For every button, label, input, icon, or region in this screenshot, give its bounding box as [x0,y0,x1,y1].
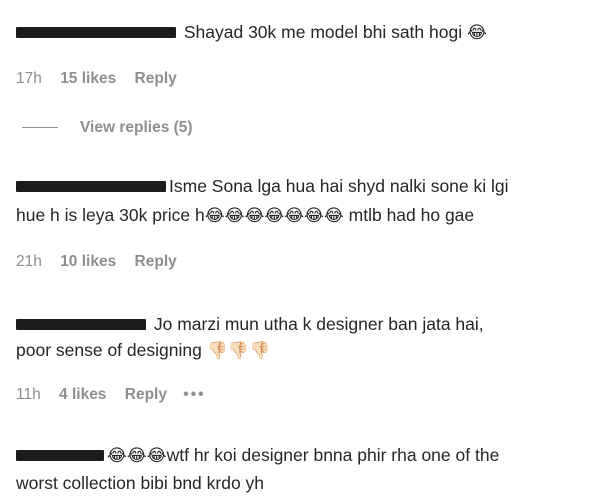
comment-4-line-1: 😂😂😂wtf hr koi designer bnna phir rha one… [16,440,499,471]
reply-button[interactable]: Reply [135,70,177,88]
comment-2-line-1: Isme Sona lga hua hai shyd nalki sone ki… [16,171,509,201]
redacted-username[interactable] [16,26,176,38]
likes-count[interactable]: 15 likes [60,70,116,88]
comment-2-line-2: hue h is leya 30k price h😂😂😂😂😂😂😂 mtlb ha… [16,205,475,226]
reply-button[interactable]: Reply [135,253,177,271]
divider-line [22,127,58,129]
more-options-icon[interactable]: ••• [183,386,205,404]
comment-1-text: Shayad 30k me model bhi sath hogi 😂 [16,17,487,48]
reply-button[interactable]: Reply [125,386,167,404]
thumbs-down-emoji-row: 👎🏻👎🏻👎🏻 [206,341,271,361]
redacted-username[interactable] [16,449,104,461]
redacted-username[interactable] [16,318,146,330]
timestamp: 11h [16,386,41,403]
comment-4-line-2: worst collection bibi bnd krdo yh [16,473,265,493]
comment-1-meta: 17h 15 likes Reply [16,70,177,88]
joy-emoji: 😂 [466,23,487,43]
comment-3-meta: 11h 4 likes Reply ••• [16,386,206,404]
joy-emoji-row: 😂😂😂 [107,446,167,466]
comment-2-meta: 21h 10 likes Reply [16,253,177,271]
comment-3-line-2: poor sense of designing 👎🏻👎🏻👎🏻 [16,340,271,361]
likes-count[interactable]: 4 likes [59,386,106,404]
view-replies-button[interactable]: View replies (5) [22,119,193,137]
timestamp: 17h [16,70,42,87]
redacted-username[interactable] [16,180,166,192]
likes-count[interactable]: 10 likes [60,253,116,271]
timestamp: 21h [16,253,42,270]
joy-emoji-row: 😂😂😂😂😂😂😂 [204,206,344,226]
